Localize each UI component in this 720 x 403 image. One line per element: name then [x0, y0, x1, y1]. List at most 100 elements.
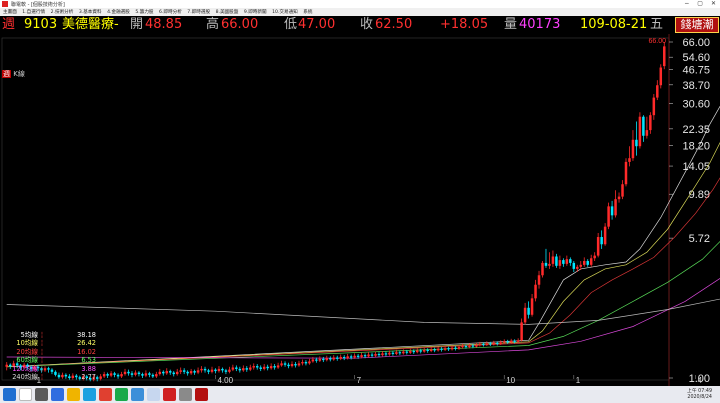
- x-tick-label: 4.00: [217, 376, 233, 385]
- ma-legend-row: 120均線 ¦ 3.88: [4, 365, 96, 373]
- candle-body: [461, 346, 464, 348]
- indicator-badge: 週: [2, 70, 11, 78]
- candle-body: [294, 364, 297, 366]
- candle-body: [569, 259, 572, 263]
- menu-item-realtime-screener[interactable]: 7.即時選股: [187, 9, 210, 15]
- line-app-icon[interactable]: [115, 388, 128, 401]
- candle-body: [255, 366, 259, 368]
- candle-body: [645, 130, 649, 136]
- ma-value: 6.53: [81, 356, 96, 365]
- y-tick-label: 30.60: [682, 99, 710, 111]
- candle-body: [485, 343, 489, 345]
- plot-frame: [1, 37, 670, 381]
- stock-app-icon[interactable]: [163, 388, 176, 401]
- candle-body: [412, 351, 416, 353]
- mail-icon[interactable]: [131, 388, 144, 401]
- candle-body: [638, 116, 642, 147]
- candle-body: [318, 358, 322, 361]
- taskbar: 上午 07:49 2020/8/24: [0, 386, 720, 403]
- ma-name: 240均線: [12, 373, 38, 382]
- candle-body: [259, 367, 262, 369]
- chrome-icon[interactable]: [99, 388, 112, 401]
- menu-item-home[interactable]: 主畫面: [3, 9, 17, 15]
- candle-body: [489, 343, 492, 345]
- candle-body: [200, 368, 203, 371]
- candle-body: [565, 259, 569, 264]
- candle-body: [475, 344, 478, 347]
- menu-item-us-market[interactable]: 8.美國股盤: [216, 9, 239, 15]
- photos-icon[interactable]: [147, 388, 160, 401]
- menu-item-strength[interactable]: 5.籌力股: [135, 9, 153, 15]
- candle-body: [440, 348, 443, 350]
- store-icon[interactable]: [83, 388, 96, 401]
- candle-body: [496, 342, 499, 344]
- candle-body: [621, 184, 624, 197]
- candle-body: [210, 369, 214, 372]
- candle-body: [290, 364, 294, 367]
- candle-body: [513, 340, 516, 342]
- candle-body: [304, 362, 308, 364]
- candle-body: [186, 371, 189, 374]
- candle-body: [148, 373, 151, 375]
- minimize-icon[interactable]: −: [684, 1, 689, 7]
- period-label[interactable]: 週: [2, 16, 15, 34]
- candle-body: [409, 351, 412, 353]
- candle-body: [530, 298, 534, 315]
- ma-name: 60均線: [16, 356, 38, 365]
- file-explorer-icon[interactable]: [67, 388, 80, 401]
- y-tick-label: 54.60: [682, 52, 710, 64]
- candle-body: [419, 350, 422, 352]
- candle-body: [363, 355, 367, 357]
- task-view-icon[interactable]: [35, 388, 48, 401]
- candle-body: [242, 368, 245, 371]
- candle-body: [266, 366, 269, 369]
- candle-body: [527, 307, 530, 315]
- candle-body: [381, 353, 384, 356]
- ma-line: [6, 298, 720, 325]
- brand-logo: 錢塘潮: [675, 17, 719, 33]
- ma-legend-row: 10均線 ¦ 26.42: [4, 339, 96, 347]
- candle-body: [280, 363, 283, 366]
- ma-name: 10均線: [16, 339, 38, 348]
- menu-item-fundamentals[interactable]: 3.基本資料: [79, 9, 102, 15]
- edge-browser-icon[interactable]: [51, 388, 64, 401]
- candle-body: [600, 237, 603, 245]
- trading-app-icon[interactable]: [195, 388, 208, 401]
- candle-body: [443, 348, 447, 350]
- ma-value: 16.02: [77, 347, 96, 356]
- search-icon[interactable]: [19, 388, 32, 401]
- candle-body: [203, 368, 207, 371]
- app-icon[interactable]: [179, 388, 192, 401]
- stock-code[interactable]: 9103: [24, 16, 57, 34]
- chart-canvas[interactable]: 66.00 54.6046.75 38.70 30.60 22.35 18.20 14.05…: [0, 34, 720, 386]
- menu-item-realtime-analysis[interactable]: 6.即時分析: [159, 9, 182, 15]
- menu-item-alerts[interactable]: 10.交易通知: [272, 9, 298, 15]
- candle-body: [238, 368, 242, 371]
- close-icon[interactable]: ✕: [711, 1, 716, 7]
- candle-body: [635, 139, 638, 147]
- candle-body: [447, 348, 450, 350]
- candle-body: [509, 340, 513, 343]
- menu-item-technical[interactable]: 2.技術分析: [51, 9, 74, 15]
- candle-body: [471, 345, 475, 347]
- system-clock[interactable]: 上午 07:49 2020/8/24: [687, 389, 712, 401]
- x-tick-label: 1: [576, 376, 581, 385]
- indicator-name: K線: [13, 70, 25, 78]
- window-title: 聯電軟 - [個股技術分析]: [11, 1, 65, 8]
- window-titlebar: 聯電軟 - [個股技術分析] − ▢ ✕: [0, 0, 720, 8]
- candle-body: [224, 370, 228, 372]
- weekday: 五: [650, 17, 664, 32]
- menu-item-screener[interactable]: 4.金融選股: [107, 9, 130, 15]
- menu-item-news[interactable]: 9.即時新聞: [244, 9, 267, 15]
- candle-body: [297, 363, 301, 366]
- start-icon[interactable]: [3, 388, 16, 401]
- clock-date: 2020/8/24: [687, 394, 712, 400]
- candlestick-chart[interactable]: 66.00 54.60 46.75 38.70 30.60 22.35 18.20 14.05…: [0, 34, 720, 386]
- candle-body: [95, 377, 99, 379]
- maximize-icon[interactable]: ▢: [697, 1, 703, 7]
- clock-time: 上午 07:49: [687, 388, 712, 394]
- menu-item-system[interactable]: 系統: [303, 9, 312, 15]
- candle-body: [175, 371, 179, 375]
- x-tick-label: 10: [506, 376, 515, 385]
- menu-item-watchlist[interactable]: 1.自選行情: [22, 9, 45, 15]
